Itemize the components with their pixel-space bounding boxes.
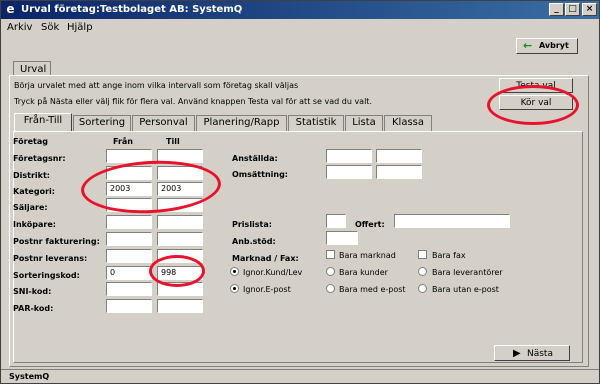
label-sorteringskod: Sorteringskod: bbox=[13, 271, 80, 280]
bara-med-epost-label: Bara med e-post bbox=[339, 285, 406, 294]
prislista-field[interactable] bbox=[326, 214, 346, 228]
postnr-lev-from-field[interactable] bbox=[106, 249, 152, 263]
anbstod-field[interactable] bbox=[326, 231, 358, 245]
annotation-circle-sorteringskod bbox=[149, 255, 205, 287]
ignor-kund-lev-radio[interactable] bbox=[230, 267, 239, 276]
par-to-field[interactable] bbox=[157, 299, 203, 313]
window-title: Urval företag:Testbolaget AB: SystemQ bbox=[21, 4, 243, 15]
ignor-kund-lev-label: Ignor.Kund/Lev bbox=[243, 268, 303, 277]
tab-sortering[interactable]: Sortering bbox=[73, 115, 131, 131]
label-saljare: Säljare: bbox=[13, 203, 48, 212]
label-marknad-fax: Marknad / Fax: bbox=[232, 254, 299, 263]
column-to: Till bbox=[166, 137, 180, 146]
info-text-2: Tryck på Nästa eller välj flik för flera… bbox=[14, 97, 372, 106]
bara-fax-checkbox[interactable] bbox=[418, 250, 427, 259]
label-anbstod: Anb.stöd: bbox=[232, 237, 276, 246]
app-window: e Urval företag:Testbolaget AB: SystemQ … bbox=[0, 0, 600, 384]
cancel-button-label: Avbryt bbox=[539, 41, 569, 50]
par-from-field[interactable] bbox=[106, 299, 152, 313]
omsattning-to-field[interactable] bbox=[376, 165, 422, 179]
next-button-label: Nästa bbox=[527, 349, 553, 359]
tab-klassa[interactable]: Klassa bbox=[384, 115, 432, 131]
tab-urval[interactable]: Urval bbox=[13, 61, 51, 76]
bara-kunder-radio[interactable] bbox=[326, 267, 335, 276]
omsattning-from-field[interactable] bbox=[326, 165, 372, 179]
tab-lista[interactable]: Lista bbox=[345, 115, 383, 131]
bara-utan-epost-label: Bara utan e-post bbox=[432, 285, 499, 294]
label-offert: Offert: bbox=[355, 220, 385, 229]
label-postnr-leverans: Postnr leverans: bbox=[13, 254, 88, 263]
sni-from-field[interactable] bbox=[106, 282, 152, 296]
close-button[interactable]: × bbox=[582, 3, 597, 16]
next-button[interactable]: ▶ Nästa bbox=[494, 345, 570, 361]
maximize-button[interactable]: □ bbox=[565, 3, 580, 16]
bara-fax-label: Bara fax bbox=[432, 251, 466, 260]
label-omsattning: Omsättning: bbox=[232, 170, 289, 179]
section-foretag: Företag bbox=[13, 137, 48, 146]
label-inkopare: Inköpare: bbox=[13, 220, 56, 229]
bara-med-epost-radio[interactable] bbox=[326, 284, 335, 293]
arrow-left-icon: ← bbox=[523, 39, 533, 52]
postnr-fakt-to-field[interactable] bbox=[157, 232, 203, 246]
bara-marknad-checkbox[interactable] bbox=[326, 250, 335, 259]
ignor-epost-label: Ignor.E-post bbox=[243, 285, 291, 294]
menu-hjalp[interactable]: Hjälp bbox=[67, 22, 93, 33]
label-kategori: Kategori: bbox=[13, 187, 55, 196]
menu-sok[interactable]: Sök bbox=[41, 22, 59, 33]
cancel-button[interactable]: ← Avbryt bbox=[516, 38, 578, 54]
offert-field[interactable] bbox=[394, 214, 510, 228]
label-prislista: Prislista: bbox=[232, 220, 272, 229]
label-sni-kod: SNI-kod: bbox=[13, 287, 52, 296]
bara-leverantorer-radio[interactable] bbox=[418, 267, 427, 276]
tab-statistik[interactable]: Statistik bbox=[288, 115, 344, 131]
menu-arkiv[interactable]: Arkiv bbox=[7, 22, 32, 33]
label-anstallda: Anställda: bbox=[232, 154, 278, 163]
postnr-fakt-from-field[interactable] bbox=[106, 232, 152, 246]
title-bar[interactable]: e Urval företag:Testbolaget AB: SystemQ … bbox=[1, 1, 599, 19]
label-foretagsnr: Företagsnr: bbox=[13, 154, 66, 163]
menu-bar: Arkiv Sök Hjälp bbox=[1, 20, 599, 36]
annotation-circle-kor-val bbox=[487, 85, 579, 125]
inkopare-to-field[interactable] bbox=[157, 215, 203, 229]
bara-kunder-label: Bara kunder bbox=[339, 268, 388, 277]
inkopare-from-field[interactable] bbox=[106, 215, 152, 229]
sorteringskod-from-field[interactable]: 0 bbox=[106, 266, 152, 280]
status-bar: SystemQ bbox=[1, 369, 599, 384]
anstallda-to-field[interactable] bbox=[376, 149, 422, 163]
tab-content bbox=[13, 131, 583, 363]
ignor-epost-radio[interactable] bbox=[230, 284, 239, 293]
play-icon: ▶ bbox=[513, 348, 521, 359]
label-distrikt: Distrikt: bbox=[13, 171, 50, 180]
tab-personval[interactable]: Personval bbox=[132, 115, 195, 131]
tab-fran-till[interactable]: Från-Till bbox=[14, 113, 72, 132]
bara-utan-epost-radio[interactable] bbox=[418, 284, 427, 293]
info-text-1: Börja urvalet med att ange inom vilka in… bbox=[14, 81, 299, 90]
label-postnr-fakturering: Postnr fakturering: bbox=[13, 237, 100, 246]
anstallda-from-field[interactable] bbox=[326, 149, 372, 163]
tab-planering[interactable]: Planering/Rapp bbox=[196, 115, 287, 131]
bara-leverantorer-label: Bara leverantörer bbox=[432, 268, 503, 277]
label-par-kod: PAR-kod: bbox=[13, 304, 54, 313]
column-from: Från bbox=[113, 137, 133, 146]
bara-marknad-label: Bara marknad bbox=[339, 251, 396, 260]
app-icon: e bbox=[6, 2, 15, 16]
minimize-button[interactable]: _ bbox=[549, 3, 564, 16]
